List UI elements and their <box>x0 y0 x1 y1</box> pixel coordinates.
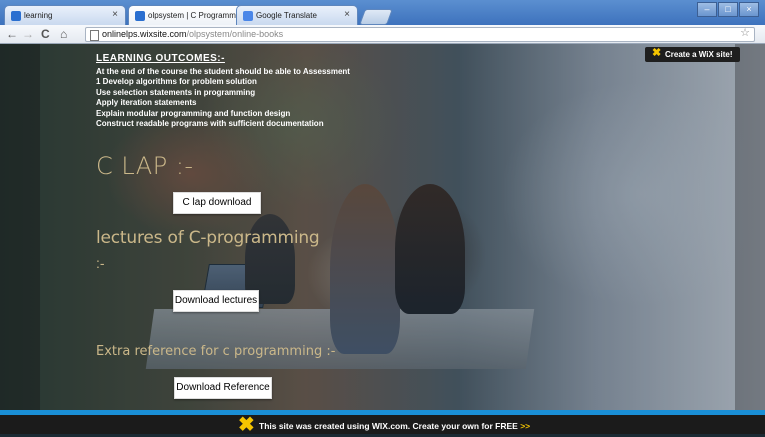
wix-logo-icon: ✖ <box>238 414 255 436</box>
lectures-heading: lectures of C-programming <box>96 228 320 248</box>
learning-outcomes-heading: LEARNING OUTCOMES:- <box>96 53 225 64</box>
bookmark-star-icon[interactable]: ☆ <box>740 27 750 40</box>
create-wix-site-badge[interactable]: ✖ Create a WiX site! <box>645 47 740 62</box>
minimize-icon[interactable]: – <box>697 2 717 17</box>
close-window-icon[interactable]: × <box>739 2 759 17</box>
footer-message: This site was created using WIX.com. Cre… <box>259 421 518 431</box>
tab-learning[interactable]: learning × <box>4 5 126 25</box>
wix-badge-label: Create a WiX site! <box>665 50 733 59</box>
button-label: Download lectures <box>174 295 258 306</box>
reload-icon[interactable]: C <box>41 27 50 41</box>
window-controls: – □ × <box>697 2 759 17</box>
button-label: C lap download <box>182 197 252 208</box>
button-label: Download Reference <box>176 382 270 393</box>
tab-favicon-icon <box>135 11 145 21</box>
footer-stripe <box>0 410 765 415</box>
url-host: onlinelps.wixsite.com <box>102 29 187 39</box>
close-tab-icon[interactable]: × <box>112 9 118 20</box>
download-lectures-button[interactable]: Download lectures <box>173 290 259 312</box>
url-path: /olpsystem/online-books <box>186 29 284 39</box>
right-shade <box>735 44 765 410</box>
browser-tab-strip: learning × olpsystem | C Programming × G… <box>0 0 765 25</box>
outcome-line: Construct readable programs with suffici… <box>96 119 324 129</box>
lectures-heading-suffix: :- <box>96 255 105 271</box>
new-tab-button[interactable] <box>359 9 393 25</box>
outcome-line: 1 Develop algorithms for problem solutio… <box>96 77 257 87</box>
learning-outcomes-list: At the end of the course the student sho… <box>96 67 426 129</box>
outcome-line: Use selection statements in programming <box>96 87 256 97</box>
tab-title: Google Translate <box>256 11 317 20</box>
tab-title: learning <box>24 11 53 20</box>
wix-logo-icon: ✖ <box>652 47 662 59</box>
browser-toolbar: ← → C ⌂ onlinelps.wixsite.com/olpsystem/… <box>0 25 765 44</box>
maximize-icon[interactable]: □ <box>718 2 738 17</box>
wix-footer-banner[interactable]: ✖ This site was created using WIX.com. C… <box>0 410 765 436</box>
tab-title: olpsystem | C Programming <box>148 11 247 20</box>
outcome-line: Apply iteration statements <box>96 98 197 108</box>
footer-cta-arrows: >> <box>520 421 531 431</box>
close-tab-icon[interactable]: × <box>344 9 350 20</box>
clap-heading: C LAP :- <box>96 152 194 180</box>
tab-favicon-icon <box>243 11 253 21</box>
page-content: ✖ Create a WiX site! LEARNING OUTCOMES:-… <box>0 44 765 410</box>
extra-reference-heading: Extra reference for c programming :- <box>96 344 336 359</box>
forward-arrow-icon[interactable]: → <box>22 27 34 41</box>
page-icon <box>90 30 99 41</box>
tab-favicon-icon <box>11 11 21 21</box>
address-bar[interactable]: onlinelps.wixsite.com/olpsystem/online-b… <box>85 27 755 42</box>
back-arrow-icon[interactable]: ← <box>6 27 18 41</box>
clap-download-button[interactable]: C lap download <box>173 192 261 214</box>
outcome-line: At the end of the course the student sho… <box>96 67 350 76</box>
download-reference-button[interactable]: Download Reference <box>174 377 272 399</box>
tab-google-translate[interactable]: Google Translate × <box>236 5 358 25</box>
footer-text: This site was created using WIX.com. Cre… <box>259 421 530 431</box>
tab-olpsystem[interactable]: olpsystem | C Programming × <box>128 5 250 25</box>
home-icon[interactable]: ⌂ <box>60 27 67 41</box>
left-shade <box>0 44 40 410</box>
url-text: onlinelps.wixsite.com/olpsystem/online-b… <box>102 28 283 41</box>
outcome-line: Explain modular programming and function… <box>96 108 291 118</box>
